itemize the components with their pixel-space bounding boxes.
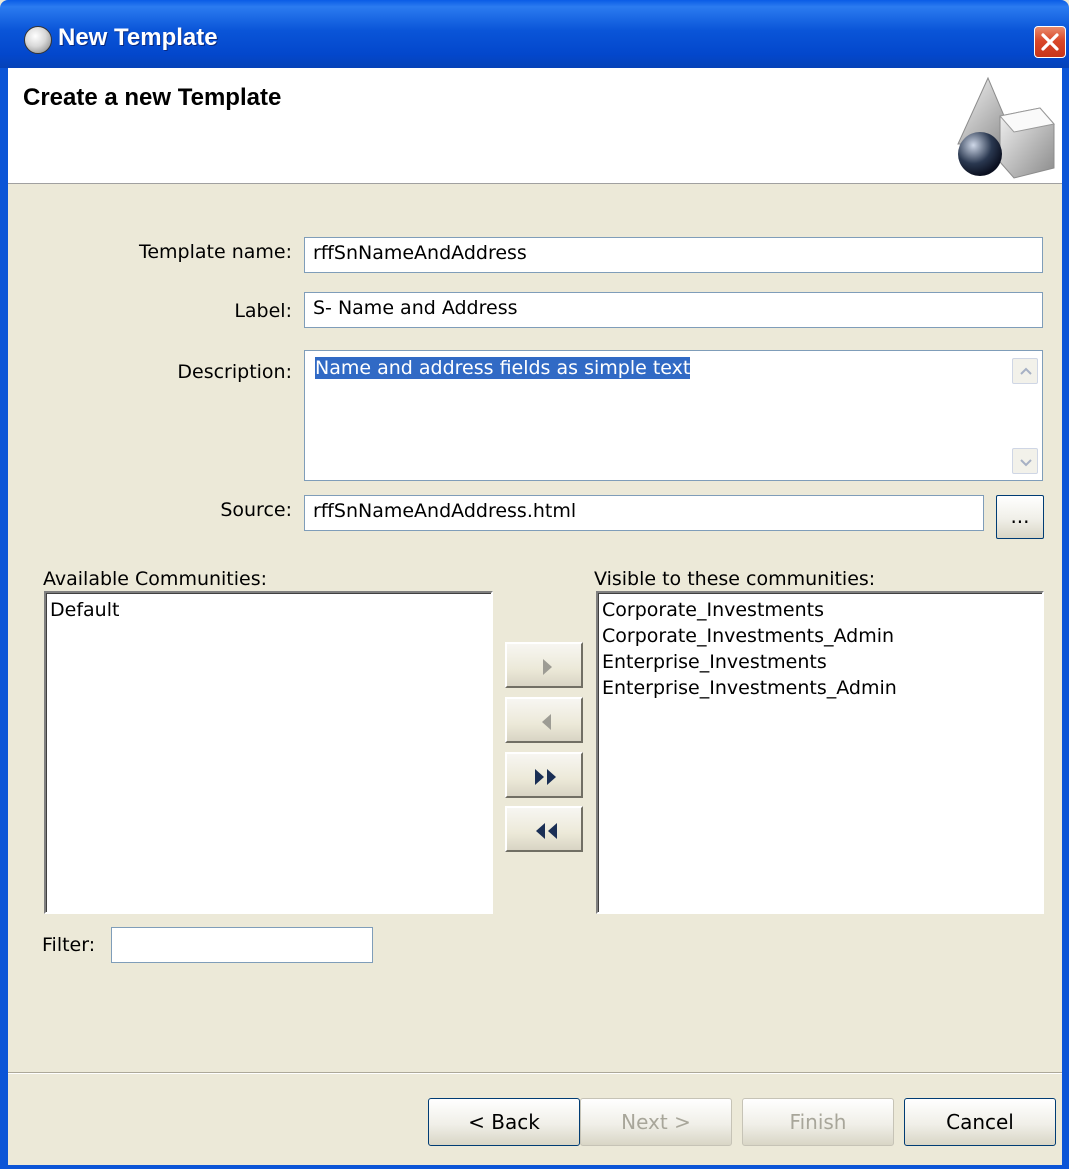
back-button[interactable]: < Back [428,1098,580,1146]
list-item[interactable]: Corporate_Investments [598,597,1042,623]
source-input[interactable]: rffSnNameAndAddress.html [304,495,984,531]
template-shapes-icon [957,76,1055,179]
remove-all-button[interactable] [505,806,583,852]
chevron-down-icon [1020,459,1032,467]
list-item[interactable]: Corporate_Investments_Admin [598,623,1042,649]
finish-button[interactable]: Finish [742,1098,894,1146]
separator [8,1072,1062,1074]
window-title: New Template [58,24,218,51]
visible-communities-label: Visible to these communities: [594,568,876,590]
double-arrow-left-icon [536,823,557,839]
browse-button[interactable]: ... [996,495,1044,539]
label-input[interactable]: S- Name and Address [304,292,1043,328]
page-title: Create a new Template [23,84,282,111]
add-all-button[interactable] [505,752,583,798]
arrow-left-icon [542,714,551,730]
available-communities-label: Available Communities: [43,568,268,590]
chevron-up-icon [1020,367,1032,375]
description-text: Name and address fields as simple text [315,357,691,379]
filter-label: Filter: [42,934,96,956]
description-textarea[interactable]: Name and address fields as simple text [304,350,1043,481]
next-button[interactable]: Next > [580,1098,732,1146]
close-icon [1041,33,1059,51]
close-button[interactable] [1034,26,1066,58]
window-frame-left [0,68,8,1169]
window-frame-bottom [0,1165,1069,1169]
template-name-input[interactable]: rffSnNameAndAddress [304,237,1043,273]
arrow-right-icon [543,659,552,675]
add-selected-button[interactable] [505,642,583,688]
list-item[interactable]: Enterprise_Investments_Admin [598,675,1042,701]
filter-input[interactable] [111,927,373,963]
visible-communities-list[interactable]: Corporate_Investments Corporate_Investme… [596,591,1044,914]
double-arrow-right-icon [535,769,556,785]
label-field-label: Label: [234,300,292,322]
cancel-button[interactable]: Cancel [904,1098,1056,1146]
available-communities-list[interactable]: Default [44,591,493,914]
app-icon [24,26,52,54]
window-frame-right [1062,68,1069,1169]
scroll-down-button[interactable] [1012,448,1038,474]
list-item[interactable]: Default [46,597,491,623]
template-name-label: Template name: [138,241,292,263]
remove-selected-button[interactable] [505,697,583,743]
source-label: Source: [220,499,292,521]
description-label: Description: [177,361,292,383]
list-item[interactable]: Enterprise_Investments [598,649,1042,675]
scroll-up-button[interactable] [1012,358,1038,384]
